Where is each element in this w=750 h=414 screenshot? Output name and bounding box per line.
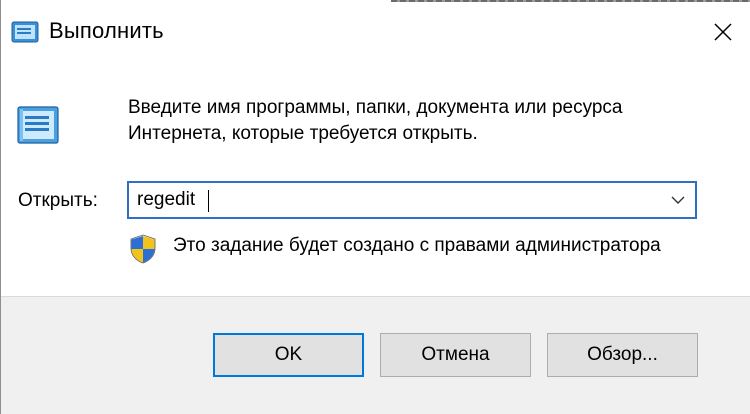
title-bar: Выполнить: [1, 4, 750, 58]
dropdown-button[interactable]: [665, 187, 691, 213]
run-dialog: Выполнить Введите имя программы, папки, …: [0, 0, 750, 414]
description-line-1: Введите имя программы, папки, документа …: [128, 97, 623, 118]
browse-button[interactable]: Обзор...: [547, 333, 698, 377]
cancel-button[interactable]: Отмена: [380, 333, 531, 377]
uac-shield-icon: [130, 234, 156, 264]
dialog-description: Введите имя программы, папки, документа …: [128, 95, 728, 147]
ok-button[interactable]: OK: [213, 333, 364, 377]
open-label: Открыть:: [18, 190, 98, 211]
button-bar: OK Отмена Обзор...: [1, 296, 750, 414]
text-caret: [208, 190, 209, 212]
close-button[interactable]: [703, 12, 743, 52]
close-icon: [714, 23, 732, 41]
admin-note: Это задание будет создано с правами адми…: [173, 235, 661, 256]
run-program-icon: [17, 106, 59, 144]
command-input[interactable]: [137, 186, 657, 214]
command-combobox[interactable]: [127, 181, 697, 219]
chevron-down-icon: [671, 196, 685, 204]
run-dialog-icon: [11, 21, 39, 43]
description-line-2: Интернета, которые требуется открыть.: [128, 123, 478, 144]
dialog-content: Введите имя программы, папки, документа …: [1, 58, 750, 296]
window-title: Выполнить: [49, 18, 164, 43]
